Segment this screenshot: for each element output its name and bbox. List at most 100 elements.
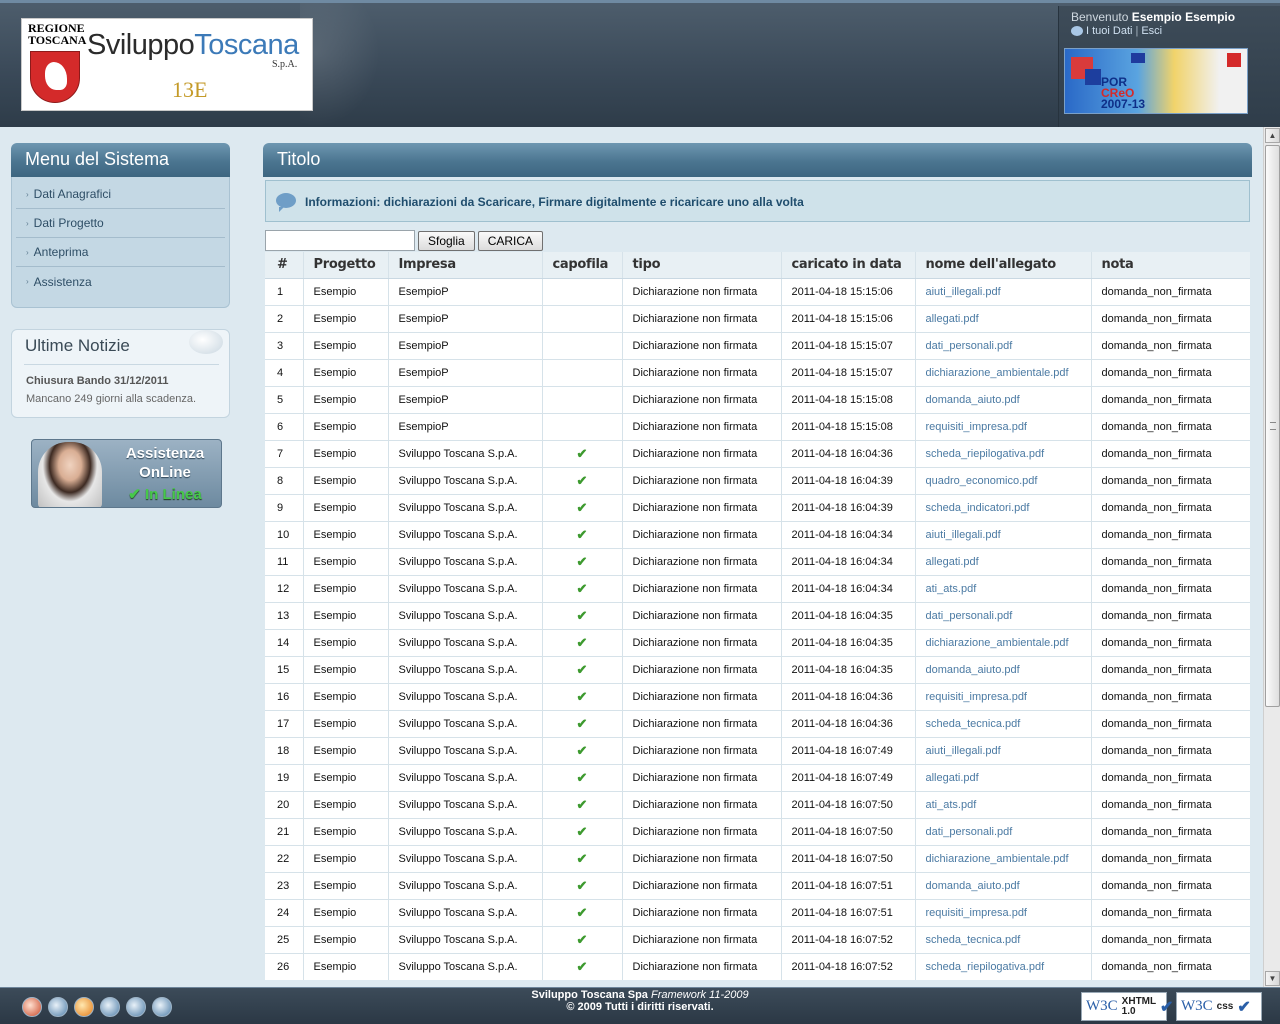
file-path-input[interactable]: [265, 230, 415, 251]
news-item-title[interactable]: Chiusura Bando 31/12/2011: [26, 375, 168, 387]
table-row: 25 Esempio Sviluppo Toscana S.p.A. ✔ Dichiar…: [265, 926, 1250, 954]
scrollbar-grip: [1270, 422, 1276, 430]
cell-data: 2011-04-18 16:04:39: [781, 494, 916, 522]
cell-capofila: ✔: [542, 872, 623, 900]
w3c-xhtml-badge[interactable]: W3C XHTML 1.0 ✔: [1081, 992, 1173, 1021]
cell-progetto: Esempio: [303, 791, 389, 819]
logo[interactable]: REGIONE TOSCANA SviluppoToscana S.p.A. 1…: [21, 18, 313, 111]
cell-tipo: Dichiarazione non firmata: [622, 926, 782, 954]
attachment-link[interactable]: aiuti_illegali.pdf: [915, 278, 1092, 306]
cell-progetto: Esempio: [303, 413, 389, 441]
table-row: 16 Esempio Sviluppo Toscana S.p.A. ✔ Dichiar…: [265, 683, 1250, 711]
cell-number: 23: [265, 872, 304, 900]
scroll-down-icon[interactable]: ▼: [1265, 971, 1280, 986]
attachment-link[interactable]: allegati.pdf: [915, 548, 1092, 576]
header-col-progetto[interactable]: Progetto: [303, 252, 389, 279]
header-col-tipo[interactable]: tipo: [622, 252, 782, 279]
cell-data: 2011-04-18 15:15:06: [781, 305, 916, 333]
menu-title: Menu del Sistema: [11, 143, 230, 177]
menu-item-dati-anagrafici[interactable]: › Dati Anagrafici: [16, 180, 225, 209]
cell-progetto: Esempio: [303, 845, 389, 873]
cell-nota: domanda_non_firmata: [1091, 953, 1250, 980]
attachment-link[interactable]: dichiarazione_ambientale.pdf: [915, 629, 1092, 657]
menu-item-anteprima[interactable]: › Anteprima: [16, 238, 225, 267]
cell-progetto: Esempio: [303, 656, 389, 684]
table-row: 4 Esempio EsempioP Dichiarazione non firmat…: [265, 359, 1250, 387]
attachment-link[interactable]: aiuti_illegali.pdf: [915, 521, 1092, 549]
upload-button[interactable]: CARICA: [477, 230, 544, 251]
logout-link[interactable]: Esci: [1141, 25, 1162, 37]
link-separator: |: [1135, 25, 1139, 37]
attachment-link[interactable]: ati_ats.pdf: [915, 575, 1092, 603]
attachment-link[interactable]: scheda_indicatori.pdf: [915, 494, 1092, 522]
attachment-link[interactable]: scheda_riepilogativa.pdf: [915, 953, 1092, 980]
attachment-link[interactable]: domanda_aiuto.pdf: [915, 656, 1092, 684]
my-data-link[interactable]: I tuoi Dati: [1086, 25, 1132, 37]
browse-button[interactable]: Sfoglia: [418, 230, 475, 251]
attachment-link[interactable]: quadro_economico.pdf: [915, 467, 1092, 495]
cell-tipo: Dichiarazione non firmata: [622, 899, 782, 927]
attachment-link[interactable]: domanda_aiuto.pdf: [915, 386, 1092, 414]
w3c-css-badge[interactable]: W3C css ✔: [1176, 992, 1262, 1021]
attachment-link[interactable]: dati_personali.pdf: [915, 818, 1092, 846]
vertical-scrollbar[interactable]: ▲ ▼: [1263, 127, 1280, 987]
attachment-link[interactable]: domanda_aiuto.pdf: [915, 872, 1092, 900]
cell-data: 2011-04-18 16:04:36: [781, 683, 916, 711]
checkmark-icon: ✔: [1159, 998, 1174, 1016]
safari-icon[interactable]: [100, 997, 120, 1017]
cell-tipo: Dichiarazione non firmata: [622, 548, 782, 576]
ie-icon[interactable]: [48, 997, 68, 1017]
cell-nota: domanda_non_firmata: [1091, 305, 1250, 333]
cell-data: 2011-04-18 16:07:50: [781, 818, 916, 846]
attachment-link[interactable]: dichiarazione_ambientale.pdf: [915, 845, 1092, 873]
ie8-icon[interactable]: [152, 997, 172, 1017]
cell-capofila: ✔: [542, 521, 623, 549]
menu-item-dati-progetto[interactable]: › Dati Progetto: [16, 209, 225, 238]
table-header-row: # Progetto Impresa capofila tipo caricato in …: [265, 252, 1250, 279]
attachment-link[interactable]: scheda_tecnica.pdf: [915, 710, 1092, 738]
header-col-impresa[interactable]: Impresa: [388, 252, 543, 279]
cell-progetto: Esempio: [303, 278, 389, 306]
table-row: 1 Esempio EsempioP Dichiarazione non firmat…: [265, 278, 1250, 306]
cell-number: 21: [265, 818, 304, 846]
attachment-link[interactable]: aiuti_illegali.pdf: [915, 737, 1092, 765]
attachment-link[interactable]: dichiarazione_ambientale.pdf: [915, 359, 1092, 387]
attachment-link[interactable]: requisiti_impresa.pdf: [915, 683, 1092, 711]
welcome-user: Esempio Esempio: [1131, 10, 1236, 24]
cell-capofila: [542, 413, 623, 441]
attachment-link[interactable]: requisiti_impresa.pdf: [915, 899, 1092, 927]
cell-capofila: ✔: [542, 656, 623, 684]
attachment-link[interactable]: scheda_riepilogativa.pdf: [915, 440, 1092, 468]
por-creo-banner[interactable]: POR CReO 2007-13: [1064, 48, 1248, 114]
cell-nota: domanda_non_firmata: [1091, 629, 1250, 657]
attachment-link[interactable]: dati_personali.pdf: [915, 602, 1092, 630]
online-support-banner[interactable]: Assistenza OnLine ✔ In Linea: [31, 439, 222, 508]
attachment-link[interactable]: dati_personali.pdf: [915, 332, 1092, 360]
cell-progetto: Esempio: [303, 575, 389, 603]
cell-progetto: Esempio: [303, 710, 389, 738]
attachment-link[interactable]: ati_ats.pdf: [915, 791, 1092, 819]
checkmark-icon: ✔: [576, 607, 588, 623]
scrollbar-thumb[interactable]: [1265, 145, 1280, 707]
cell-capofila: ✔: [542, 953, 623, 980]
header-col-allegato[interactable]: nome dell'allegato: [915, 252, 1092, 279]
header-col-capofila[interactable]: capofila: [542, 252, 623, 279]
header-col-nota[interactable]: nota: [1091, 252, 1250, 279]
xhtml-label: XHTML 1.0: [1121, 995, 1156, 1017]
header-col-number[interactable]: #: [265, 252, 304, 279]
cell-nota: domanda_non_firmata: [1091, 413, 1250, 441]
attachment-link[interactable]: allegati.pdf: [915, 764, 1092, 792]
attachment-link[interactable]: requisiti_impresa.pdf: [915, 413, 1092, 441]
scroll-up-icon[interactable]: ▲: [1265, 128, 1280, 143]
ie7-icon[interactable]: [126, 997, 146, 1017]
menu-item-assistenza[interactable]: › Assistenza: [16, 267, 225, 296]
cell-impresa: Sviluppo Toscana S.p.A.: [388, 872, 543, 900]
opera-icon[interactable]: [22, 997, 42, 1017]
attachment-link[interactable]: scheda_tecnica.pdf: [915, 926, 1092, 954]
firefox-icon[interactable]: [74, 997, 94, 1017]
header-col-data[interactable]: caricato in data: [781, 252, 916, 279]
table-row: 14 Esempio Sviluppo Toscana S.p.A. ✔ Dichiar…: [265, 629, 1250, 657]
menu-item-label: Dati Progetto: [33, 216, 104, 230]
attachment-link[interactable]: allegati.pdf: [915, 305, 1092, 333]
eu-flag-icon: [1131, 53, 1145, 63]
